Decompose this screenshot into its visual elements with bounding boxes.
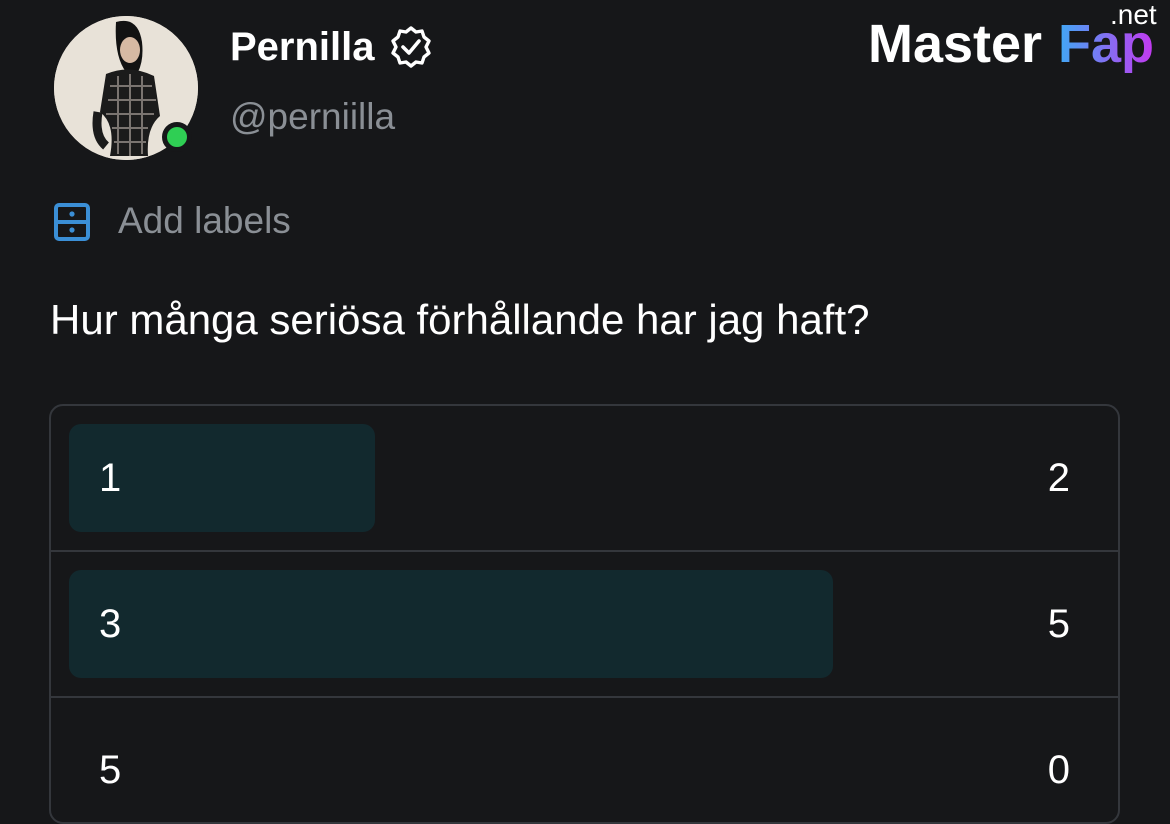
poll-option-bar [69,570,833,678]
name-row: Pernilla [230,22,433,72]
online-status-indicator [162,122,192,152]
masterfap-logo: .net Master Fap [868,0,1157,74]
poll-option[interactable]: 1 2 [51,406,1118,552]
logo-text-accent: Fap [1058,14,1154,74]
poll-option-label: 3 [99,602,122,646]
poll-option-count: 5 [1047,602,1070,646]
poll-option[interactable]: 3 5 [51,552,1118,698]
poll-option[interactable]: 5 0 [51,698,1118,822]
poll-option-label: 1 [99,456,122,500]
poll-option-label: 5 [99,748,122,792]
poll-option-count: 2 [1047,456,1070,500]
drawer-icon [54,203,90,241]
poll-question: Hur många seriösa förhållande har jag ha… [50,296,870,343]
poll-option-count: 0 [1047,748,1070,792]
logo-text-main: Master [868,14,1042,74]
profile-handle[interactable]: @perniilla [230,94,395,140]
verified-badge-icon [390,26,431,68]
display-name[interactable]: Pernilla [230,22,375,72]
profile-header: Pernilla @perniilla [54,16,754,166]
poll-options: 1 2 3 5 5 0 [49,404,1120,824]
add-labels-button[interactable]: Add labels [118,196,291,246]
add-labels-row[interactable]: Add labels [52,196,291,246]
